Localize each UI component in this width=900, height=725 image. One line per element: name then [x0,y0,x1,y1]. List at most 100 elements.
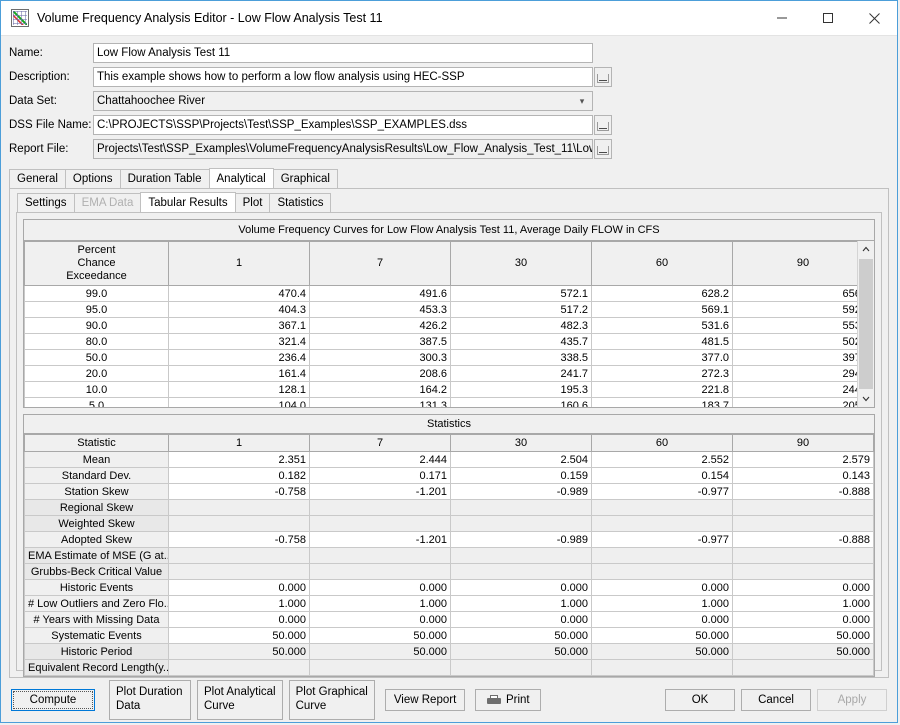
table-row[interactable]: Equivalent Record Length(y... [24,659,874,676]
cell-stat-name: # Years with Missing Data [24,611,169,628]
scroll-down-icon[interactable] [858,391,874,407]
table-row[interactable]: 10.0128.1164.2195.3221.8244.0 [24,381,857,398]
scroll-up-icon[interactable] [858,241,874,257]
table-row[interactable]: 50.0236.4300.3338.5377.0397.7 [24,349,857,366]
dialog-button-bar: Compute Plot Duration Data Plot Analytic… [1,678,897,722]
plot-analytical-curve-button[interactable]: Plot Analytical Curve [197,680,283,720]
table-row[interactable]: Systematic Events 50.000 50.000 50.000 50.00… [24,627,874,644]
table-row[interactable]: Historic Events 0.000 0.000 0.000 0.000 0.000 [24,579,874,596]
table-row[interactable]: 5.0104.0131.3160.6183.7205.8 [24,397,857,407]
compute-button[interactable]: Compute [11,689,95,711]
cell-v1: 0.000 [168,579,310,596]
dss-file-input[interactable]: C:\PROJECTS\SSP\Projects\Test\SSP_Exampl… [93,115,593,135]
cell-v60: 50.000 [591,627,733,644]
tab-settings[interactable]: Settings [17,193,75,212]
table-row[interactable]: 20.0161.4208.6241.7272.3294.2 [24,365,857,382]
chart-icon [11,9,29,27]
dss-file-browse-button[interactable] [594,115,612,135]
cell-v7 [309,659,451,676]
table-row[interactable]: Mean 2.351 2.444 2.504 2.552 2.579 [24,451,874,468]
cell-v1 [168,499,310,516]
tab-analytical[interactable]: Analytical [208,168,274,188]
cell-v90: 50.000 [732,627,874,644]
table-row[interactable]: 90.0367.1426.2482.3531.6553.3 [24,317,857,334]
print-button[interactable]: Print [475,689,542,711]
table-row[interactable]: EMA Estimate of MSE (G at... [24,547,874,564]
cell-v7: -1.201 [309,531,451,548]
maximize-icon[interactable] [805,1,851,35]
cell-pct: 20.0 [24,365,169,382]
name-input[interactable]: Low Flow Analysis Test 11 [93,43,593,63]
statistics-header-col-7: 7 [309,434,451,452]
table-row[interactable]: Historic Period 50.000 50.000 50.000 50.000 5… [24,643,874,660]
report-file-input[interactable]: Projects\Test\SSP_Examples\VolumeFrequen… [93,139,593,159]
close-icon[interactable] [851,1,897,35]
tab-plot[interactable]: Plot [234,193,271,212]
description-input[interactable]: This example shows how to perform a low … [93,67,593,87]
tab-general[interactable]: General [9,169,66,188]
tab-duration-table[interactable]: Duration Table [119,169,210,188]
cell-v1: 50.000 [168,627,310,644]
cell-v7: 387.5 [309,333,451,350]
plot-graphical-curve-button[interactable]: Plot Graphical Curve [288,680,375,720]
chevron-down-icon: ▾ [579,95,585,106]
cell-v90 [732,547,874,564]
cell-v30: 50.000 [450,627,592,644]
scroll-track[interactable] [858,257,874,391]
ok-button[interactable]: OK [665,689,735,711]
description-browse-button[interactable] [594,67,612,87]
dataset-label: Data Set: [9,95,57,107]
table-row[interactable]: Regional Skew [24,499,874,516]
minimize-icon[interactable] [759,1,805,35]
cell-v60: 183.7 [591,397,733,407]
table-row[interactable]: Adopted Skew -0.758 -1.201 -0.989 -0.977 -0.8… [24,531,874,548]
scroll-thumb[interactable] [859,259,873,389]
table-row[interactable]: Weighted Skew [24,515,874,532]
outer-tab-bar: General Options Duration Table Analytica… [1,168,897,188]
cell-v90: 0.000 [732,611,874,628]
cancel-button[interactable]: Cancel [741,689,811,711]
tab-options[interactable]: Options [64,169,121,188]
table-row[interactable]: 80.0321.4387.5435.7481.5502.1 [24,333,857,350]
cell-v90: -0.888 [732,483,874,500]
table-row[interactable]: 99.0470.4491.6572.1628.2656.4 [24,285,857,302]
description-label: Description: [9,71,70,83]
cell-stat-name: Regional Skew [24,499,169,516]
table-row[interactable]: Standard Dev. 0.182 0.171 0.159 0.154 0.143 [24,467,874,484]
tab-tabular-results[interactable]: Tabular Results [140,192,236,212]
table-row[interactable]: # Low Outliers and Zero Flo... 1.000 1.000… [24,595,874,612]
table-row[interactable]: Grubbs-Beck Critical Value [24,563,874,580]
cell-v30: 50.000 [450,643,592,660]
cell-v90: 397.7 [732,349,857,366]
cell-stat-name: Adopted Skew [24,531,169,548]
cell-stat-name: Equivalent Record Length(y... [24,659,169,676]
table-row[interactable]: Station Skew -0.758 -1.201 -0.989 -0.977 -0.8… [24,483,874,500]
dataset-select[interactable]: Chattahoochee River ▾ [93,91,593,111]
cell-v30: 435.7 [450,333,592,350]
cell-v7: 208.6 [309,365,451,382]
results-header-col-30: 30 [450,241,592,286]
cell-v90: 294.2 [732,365,857,382]
plot-duration-data-button[interactable]: Plot Duration Data [109,680,191,720]
statistics-table-title: Statistics [23,414,875,433]
cell-v90: 502.1 [732,333,857,350]
cell-v60: 221.8 [591,381,733,398]
cell-v7: 50.000 [309,643,451,660]
report-file-browse-button[interactable] [594,139,612,159]
cell-stat-name: Grubbs-Beck Critical Value [24,563,169,580]
cell-v90: -0.888 [732,531,874,548]
results-vertical-scrollbar[interactable] [857,241,874,407]
cell-v90: 592.4 [732,301,857,318]
table-row[interactable]: # Years with Missing Data 0.000 0.000 0.000… [24,611,874,628]
tab-statistics[interactable]: Statistics [269,193,332,212]
cell-stat-name: Weighted Skew [24,515,169,532]
cell-v7 [309,515,451,532]
cell-v30: 0.159 [450,467,592,484]
cell-stat-name: Systematic Events [24,627,169,644]
cell-v30: 338.5 [450,349,592,366]
cell-v90 [732,515,874,532]
cell-v7: 491.6 [309,285,451,302]
view-report-button[interactable]: View Report [384,689,466,711]
tab-graphical[interactable]: Graphical [272,169,338,188]
table-row[interactable]: 95.0404.3453.3517.2569.1592.4 [24,301,857,318]
